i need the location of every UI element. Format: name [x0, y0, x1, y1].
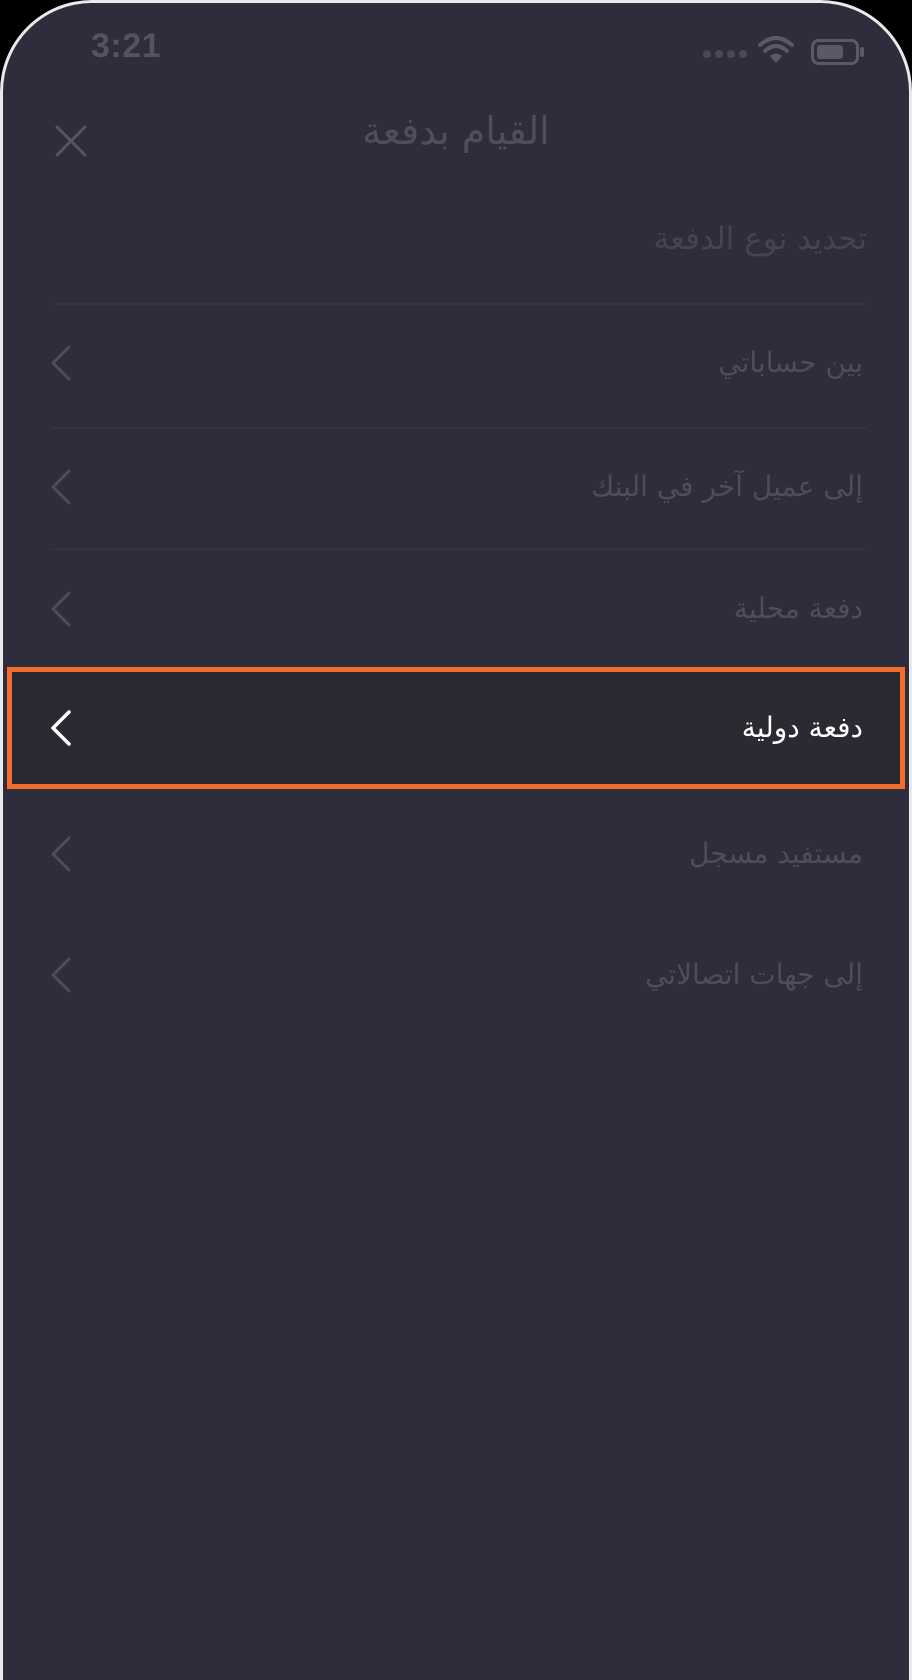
payment-type-label: إلى عميل آخر في البنك: [591, 470, 863, 503]
header: القيام بدفعة: [3, 103, 909, 203]
divider: [51, 303, 867, 305]
signal-dots-icon: [703, 50, 747, 58]
payment-type-label: دفعة دولية: [741, 711, 863, 744]
payment-type-label: بين حساباتي: [718, 346, 863, 379]
chevron-left-icon: [51, 591, 71, 627]
wifi-icon: [758, 36, 794, 63]
status-bar: 3:21: [3, 3, 909, 103]
payment-type-registered-beneficiary[interactable]: مستفيد مسجل: [3, 798, 909, 910]
payment-type-label: إلى جهات اتصالاتي: [644, 958, 863, 991]
battery-icon: [811, 39, 864, 65]
payment-type-international[interactable]: دفعة دولية: [12, 672, 900, 784]
page-title: القيام بدفعة: [362, 109, 550, 153]
chevron-left-icon: [51, 957, 71, 993]
chevron-left-icon: [51, 836, 71, 872]
divider: [51, 427, 867, 429]
status-time: 3:21: [91, 27, 162, 65]
payment-type-label: دفعة محلية: [733, 592, 863, 625]
payment-type-other-bank-customer[interactable]: إلى عميل آخر في البنك: [3, 431, 909, 543]
chevron-left-icon: [51, 345, 71, 381]
section-heading: تحديد نوع الدفعة: [653, 221, 867, 257]
payment-type-label: مستفيد مسجل: [689, 837, 863, 870]
divider: [51, 548, 867, 550]
payment-type-my-contacts[interactable]: إلى جهات اتصالاتي: [3, 919, 909, 1031]
phone-screen: 3:21 القيام بدفعة تحديد نوع الدفعة بين ح…: [0, 0, 912, 1680]
payment-type-local[interactable]: دفعة محلية: [3, 553, 909, 665]
chevron-left-icon: [51, 710, 71, 746]
payment-type-between-my-accounts[interactable]: بين حساباتي: [3, 307, 909, 419]
chevron-left-icon: [51, 469, 71, 505]
